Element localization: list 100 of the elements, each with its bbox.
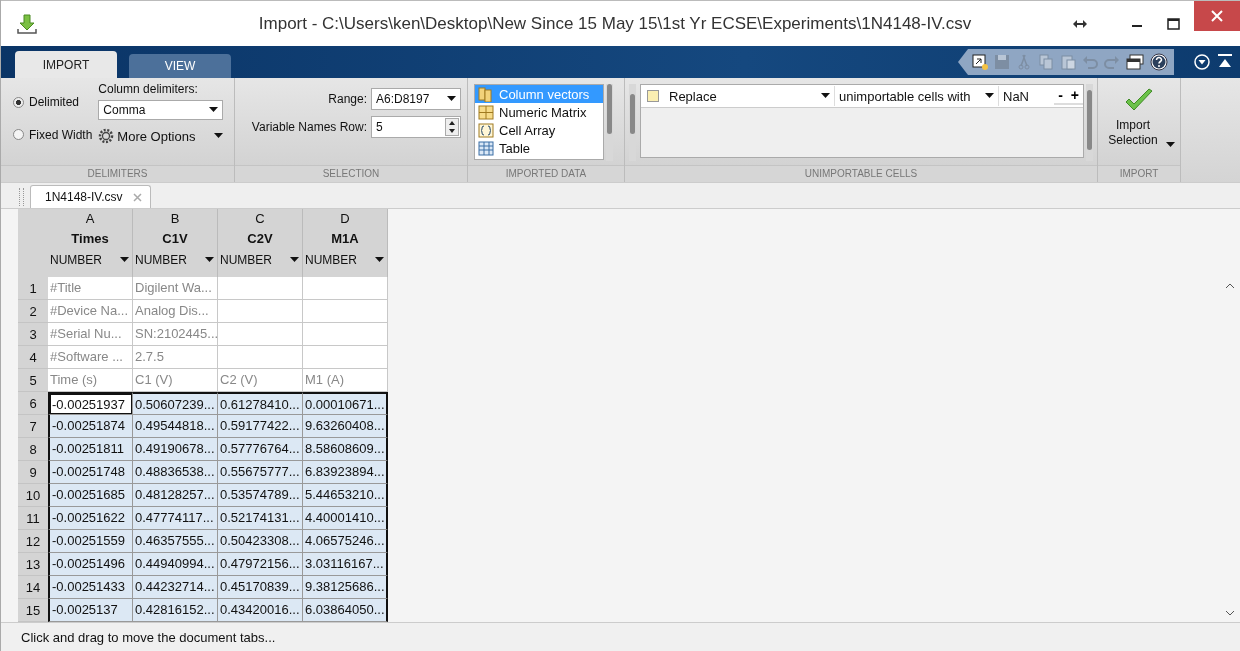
ribbon-tab[interactable]: VIEW xyxy=(129,54,231,78)
column-name: C1V xyxy=(161,230,189,248)
row-number: 15 xyxy=(18,599,48,622)
radio-button[interactable] xyxy=(13,96,24,108)
table-cell: 0.47774117... xyxy=(133,507,218,530)
table-cell: 0.48128257... xyxy=(133,484,218,507)
table-cell: 0.44940994... xyxy=(133,553,218,576)
table-cell: 0.59177422... xyxy=(218,415,303,438)
row-number: 8 xyxy=(18,438,48,461)
caret-icon[interactable] xyxy=(375,257,384,263)
table-cell: 8.58608609... xyxy=(303,438,388,461)
list-item[interactable]: Cell Array xyxy=(475,121,603,139)
column-type-dropdown[interactable]: NUMBER xyxy=(133,249,217,271)
list-item[interactable]: Table xyxy=(475,139,603,157)
table-cell: Digilent Wa... xyxy=(133,277,218,300)
table-cell: 4.06575246... xyxy=(303,530,388,553)
row-number: 4 xyxy=(18,346,48,369)
table-cell: -0.00251685 xyxy=(48,484,133,507)
field-label: Variable Names Row: xyxy=(251,120,367,134)
row-number: 3 xyxy=(18,323,48,346)
close-button[interactable] xyxy=(1194,1,1240,31)
gear-icon[interactable] xyxy=(98,128,115,144)
row-number: 1 xyxy=(18,277,48,300)
caret-icon[interactable] xyxy=(1166,142,1175,148)
column-letter: C xyxy=(254,210,266,228)
names-row-spinner[interactable]: 5 xyxy=(371,116,461,138)
table-cell: 6.03864050... xyxy=(303,599,388,622)
new-import-icon[interactable] xyxy=(972,54,988,70)
table-cell: -0.0025137 xyxy=(48,599,133,622)
dropdown-circle-icon[interactable] xyxy=(1194,54,1210,70)
column-name: Times xyxy=(70,230,110,248)
table-cell: -0.00251748 xyxy=(48,461,133,484)
table-icon xyxy=(478,140,494,156)
row-number: 10 xyxy=(18,484,48,507)
caret-icon[interactable] xyxy=(214,133,224,139)
table-cell: -0.00251937 xyxy=(48,392,133,415)
status-text: Click and drag to move the document tabs... xyxy=(21,629,276,645)
table-cell: 0.49190678... xyxy=(133,438,218,461)
scroll-down-icon[interactable] xyxy=(1225,610,1235,616)
caret-icon[interactable] xyxy=(205,257,214,263)
table-cell: #Serial Nu... xyxy=(48,323,133,346)
table-cell: -0.00251622 xyxy=(48,507,133,530)
scroll-up-icon[interactable] xyxy=(1225,283,1235,289)
caret-icon[interactable] xyxy=(120,257,129,263)
radio-label[interactable]: Delimited xyxy=(29,95,79,110)
caret-icon[interactable] xyxy=(209,107,219,113)
column-vectors-icon xyxy=(478,86,494,102)
column-letter: D xyxy=(339,210,351,228)
more-options-button[interactable]: More Options xyxy=(117,128,212,144)
table-cell: 0.42816152... xyxy=(133,599,218,622)
table-cell: 5.44653210... xyxy=(303,484,388,507)
column-type-dropdown[interactable]: NUMBER xyxy=(218,249,302,271)
table-cell: 4.40001410... xyxy=(303,507,388,530)
table-cell: 0.43420016... xyxy=(218,599,303,622)
table-cell: #Software ... xyxy=(48,346,133,369)
radio-button[interactable] xyxy=(13,129,24,141)
grid-icon xyxy=(478,104,494,120)
caret-icon[interactable] xyxy=(821,93,830,99)
table-cell: 0.50607239... xyxy=(133,392,218,415)
caret-icon[interactable] xyxy=(985,93,994,99)
caret-icon[interactable] xyxy=(447,96,456,102)
import-selection-button[interactable]: Import Selection xyxy=(1104,82,1174,161)
ribbon-tab[interactable]: IMPORT xyxy=(15,51,117,78)
column-type-dropdown[interactable]: NUMBER xyxy=(48,249,132,271)
help-icon[interactable] xyxy=(1150,53,1168,71)
row-number: 11 xyxy=(18,507,48,530)
caret-icon[interactable] xyxy=(290,257,299,263)
table-cell: 0.44232714... xyxy=(133,576,218,599)
table-cell: -0.00251496 xyxy=(48,553,133,576)
table-cell: Analog Dis... xyxy=(133,300,218,323)
section-label: DELIMITERS xyxy=(1,165,234,182)
section-label: IMPORTED DATA xyxy=(468,165,624,182)
table-cell: 0.45170839... xyxy=(218,576,303,599)
checkbox[interactable] xyxy=(647,90,659,102)
table-cell: 9.63260408... xyxy=(303,415,388,438)
column-name: M1A xyxy=(330,230,360,248)
column-type-dropdown[interactable]: NUMBER xyxy=(303,249,387,271)
document-tab[interactable]: 1N4148-IV.csv xyxy=(30,185,151,208)
table-cell: 0.61278410... xyxy=(218,392,303,415)
maximize-icon[interactable] xyxy=(1167,17,1180,30)
value-field[interactable]: NaN xyxy=(999,88,1055,104)
delimiter-dropdown[interactable]: Comma xyxy=(98,100,224,120)
list-item[interactable]: Numeric Matrix xyxy=(475,103,603,121)
section-label: UNIMPORTABLE CELLS xyxy=(625,165,1097,182)
row-number: 13 xyxy=(18,553,48,576)
radio-label[interactable]: Fixed Width xyxy=(29,127,93,142)
table-cell: -0.00251811 xyxy=(48,438,133,461)
row-number: 6 xyxy=(18,392,48,415)
field-label: Range: xyxy=(328,92,367,106)
range-dropdown[interactable]: A6:D8197 xyxy=(371,88,461,110)
table-cell: 9.38125686... xyxy=(303,576,388,599)
row-number: 9 xyxy=(18,461,48,484)
resize-arrows-icon[interactable] xyxy=(1073,19,1087,28)
table-cell: 0.50423308... xyxy=(218,530,303,553)
table-cell: 3.03116167... xyxy=(303,553,388,576)
windows-icon[interactable] xyxy=(1126,54,1144,70)
section-label: SELECTION xyxy=(235,165,467,182)
spinner-arrows-icon[interactable] xyxy=(445,118,459,136)
collapse-ribbon-icon[interactable] xyxy=(1218,54,1232,68)
table-cell: 0.46357555... xyxy=(133,530,218,553)
